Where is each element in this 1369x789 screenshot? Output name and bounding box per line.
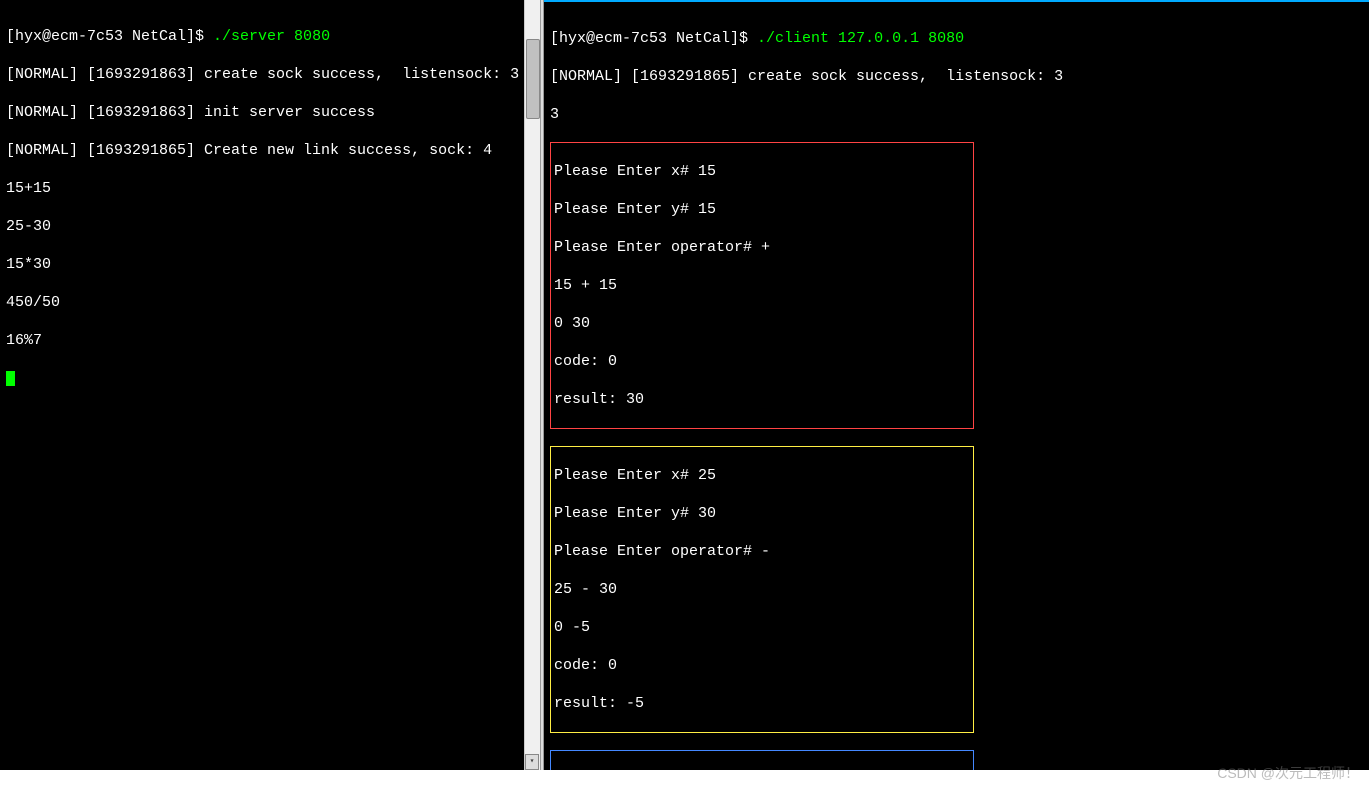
server-op-line: 15+15: [6, 179, 534, 198]
server-op-line: 15*30: [6, 255, 534, 274]
block-line: Please Enter operator# -: [554, 542, 970, 561]
server-log-line: [NORMAL] [1693291863] create sock succes…: [6, 65, 534, 84]
server-prompt-cmd: ./server 8080: [213, 28, 330, 45]
client-prompt-user: [hyx@ecm-7c53 NetCal]$: [550, 30, 757, 47]
client-prompt-cmd: ./client 127.0.0.1 8080: [757, 30, 964, 47]
server-prompt-user: [hyx@ecm-7c53 NetCal]$: [6, 28, 213, 45]
client-prompt-line: [hyx@ecm-7c53 NetCal]$ ./client 127.0.0.…: [550, 29, 1363, 48]
block-line: 0 30: [554, 314, 970, 333]
block-line: Please Enter x# 15: [554, 162, 970, 181]
block-line: 15 + 15: [554, 276, 970, 295]
client-terminal[interactable]: [hyx@ecm-7c53 NetCal]$ ./client 127.0.0.…: [544, 0, 1369, 770]
server-terminal[interactable]: [hyx@ecm-7c53 NetCal]$ ./server 8080 [NO…: [0, 0, 540, 770]
server-op-line: 16%7: [6, 331, 534, 350]
block-line: code: 0: [554, 352, 970, 371]
block-line: Please Enter y# 30: [554, 504, 970, 523]
server-prompt-line: [hyx@ecm-7c53 NetCal]$ ./server 8080: [6, 27, 534, 46]
server-log-line: [NORMAL] [1693291863] init server succes…: [6, 103, 534, 122]
block-line: Please Enter x# 25: [554, 466, 970, 485]
block-line: Please Enter y# 15: [554, 200, 970, 219]
block-line: code: 0: [554, 656, 970, 675]
server-log-line: [NORMAL] [1693291865] Create new link su…: [6, 141, 534, 160]
server-op-line: 25-30: [6, 217, 534, 236]
left-scrollbar[interactable]: ▾: [524, 0, 540, 770]
block-line: result: -5: [554, 694, 970, 713]
bottom-strip: [0, 770, 1369, 789]
calc-block-mul: Please Enter x# 15 Please Enter y# 30 Pl…: [550, 750, 974, 770]
cursor-icon: [6, 371, 15, 386]
block-line: result: 30: [554, 390, 970, 409]
left-scroll-thumb[interactable]: [526, 39, 540, 119]
left-scroll-down-icon[interactable]: ▾: [525, 754, 539, 770]
block-line: 25 - 30: [554, 580, 970, 599]
calc-block-add: Please Enter x# 15 Please Enter y# 15 Pl…: [550, 142, 974, 429]
client-log-line: 3: [550, 105, 1363, 124]
server-cursor-line: [6, 369, 534, 388]
server-op-line: 450/50: [6, 293, 534, 312]
client-log-line: [NORMAL] [1693291865] create sock succes…: [550, 67, 1363, 86]
calc-block-sub: Please Enter x# 25 Please Enter y# 30 Pl…: [550, 446, 974, 733]
block-line: Please Enter operator# +: [554, 238, 970, 257]
block-line: 0 -5: [554, 618, 970, 637]
